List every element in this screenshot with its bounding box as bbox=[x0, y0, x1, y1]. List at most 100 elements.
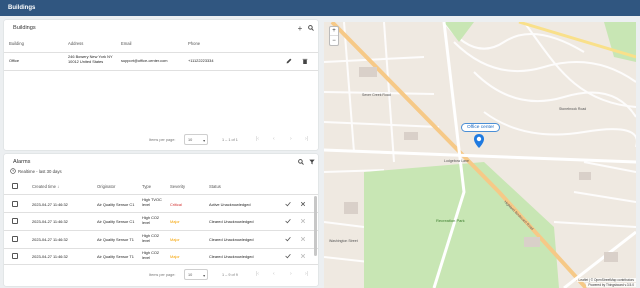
close-icon bbox=[300, 236, 306, 242]
zoom-in-button[interactable]: + bbox=[330, 27, 338, 36]
select-all-checkbox[interactable] bbox=[12, 183, 18, 189]
column-address[interactable]: Address bbox=[68, 41, 83, 46]
column-severity[interactable]: Severity bbox=[170, 184, 185, 189]
map-tiles: Sever Creek Road Lodgebow Lane Stonebroo… bbox=[324, 22, 636, 288]
alarm-type: High CO2 level bbox=[142, 215, 159, 225]
alarm-type-line: level bbox=[142, 255, 151, 260]
previous-page-button[interactable]: ‹ bbox=[273, 271, 275, 277]
alarm-type-line: level bbox=[142, 238, 151, 243]
time-filter[interactable]: Realtime - last 30 days bbox=[10, 168, 62, 174]
alarm-created-time: 2023-04-27 11:46:32 bbox=[32, 219, 68, 224]
pin-icon bbox=[474, 134, 484, 148]
search-icon bbox=[308, 25, 314, 31]
alarm-created-time: 2023-04-27 11:46:32 bbox=[32, 202, 68, 207]
header-divider bbox=[4, 194, 318, 195]
column-status[interactable]: Status bbox=[209, 184, 221, 189]
filter-button[interactable] bbox=[308, 158, 316, 166]
first-page-button[interactable]: |‹ bbox=[256, 136, 259, 142]
column-building[interactable]: Building bbox=[9, 41, 24, 46]
alarm-type-line: level bbox=[142, 202, 151, 207]
alarms-title: Alarms bbox=[13, 159, 31, 165]
delete-button[interactable] bbox=[301, 57, 309, 65]
row-divider bbox=[4, 212, 318, 213]
alarm-status: Cleared Unacknowledged bbox=[209, 254, 254, 259]
items-per-page-label: Items per page: bbox=[149, 273, 176, 277]
last-page-button[interactable]: ›| bbox=[305, 271, 308, 277]
next-page-button[interactable]: › bbox=[290, 136, 292, 142]
clock-icon bbox=[10, 168, 16, 174]
alarm-originator: Air Quality Sensor C1 bbox=[97, 202, 135, 207]
map-attribution: Leaflet | © OpenStreetMap contributors bbox=[576, 278, 636, 282]
buildings-card: Buildings + Building Address Email Phone… bbox=[4, 20, 318, 150]
column-email[interactable]: Email bbox=[121, 41, 131, 46]
address-line: 10012 United States bbox=[68, 59, 104, 64]
close-icon bbox=[300, 201, 306, 207]
close-icon bbox=[300, 253, 306, 259]
row-checkbox[interactable] bbox=[12, 201, 18, 207]
check-icon bbox=[285, 236, 291, 242]
app-header: Buildings bbox=[0, 0, 640, 16]
row-divider bbox=[4, 70, 318, 71]
search-icon bbox=[298, 159, 304, 165]
acknowledge-button[interactable] bbox=[284, 235, 292, 243]
building-email: support@office-center.com bbox=[121, 58, 168, 63]
alarm-created-time: 2023-04-27 11:46:32 bbox=[32, 237, 68, 242]
column-created-time[interactable]: Created time ↓ bbox=[32, 184, 59, 189]
page-range: 1 – 9 of 9 bbox=[222, 273, 238, 277]
row-checkbox[interactable] bbox=[12, 253, 18, 259]
time-filter-label: Realtime - last 30 days bbox=[18, 168, 62, 174]
row-divider bbox=[4, 248, 318, 249]
clear-button[interactable] bbox=[299, 217, 307, 225]
add-building-button[interactable]: + bbox=[296, 24, 304, 33]
alarms-card: Alarms Realtime - last 30 days Created t… bbox=[4, 154, 318, 286]
alarm-severity: Major bbox=[170, 254, 180, 259]
page-size-select[interactable]: 10 ▾ bbox=[184, 269, 208, 280]
edit-button[interactable] bbox=[285, 57, 293, 65]
column-type[interactable]: Type bbox=[142, 184, 151, 189]
row-divider bbox=[4, 264, 318, 265]
vertical-scrollbar[interactable] bbox=[314, 196, 317, 256]
row-divider bbox=[4, 230, 318, 231]
row-checkbox[interactable] bbox=[12, 236, 18, 242]
page-size-value: 10 bbox=[188, 137, 193, 142]
next-page-button[interactable]: › bbox=[290, 271, 292, 277]
row-checkbox[interactable] bbox=[12, 218, 18, 224]
last-page-button[interactable]: ›| bbox=[305, 136, 308, 142]
previous-page-button[interactable]: ‹ bbox=[273, 136, 275, 142]
search-button[interactable] bbox=[307, 24, 315, 32]
building-address: 246 Bowery New York NY 10012 United Stat… bbox=[68, 54, 113, 64]
check-icon bbox=[285, 218, 291, 224]
alarm-type: High CO2 level bbox=[142, 250, 159, 260]
alarm-severity: Major bbox=[170, 237, 180, 242]
clear-button[interactable] bbox=[299, 235, 307, 243]
page-size-select[interactable]: 10 ▾ bbox=[184, 134, 208, 145]
items-per-page-label: Items per page: bbox=[149, 138, 176, 142]
column-phone[interactable]: Phone bbox=[188, 41, 200, 46]
page-range: 1 – 1 of 1 bbox=[222, 138, 238, 142]
first-page-button[interactable]: |‹ bbox=[256, 271, 259, 277]
acknowledge-button[interactable] bbox=[284, 217, 292, 225]
search-button[interactable] bbox=[297, 158, 305, 166]
filter-icon bbox=[309, 159, 315, 165]
alarm-created-time: 2023-04-27 11:46:32 bbox=[32, 254, 68, 259]
clear-button[interactable] bbox=[299, 252, 307, 260]
close-icon bbox=[300, 218, 306, 224]
acknowledge-button[interactable] bbox=[284, 200, 292, 208]
alarm-originator: Air Quality Sensor T1 bbox=[97, 237, 134, 242]
alarm-type-line: level bbox=[142, 220, 151, 225]
column-originator[interactable]: Originator bbox=[97, 184, 115, 189]
zoom-control: + − bbox=[329, 26, 339, 46]
map-street-label: Washington Street bbox=[329, 239, 358, 243]
alarm-severity: Critical bbox=[170, 202, 182, 207]
chevron-down-icon: ▾ bbox=[203, 138, 205, 143]
acknowledge-button[interactable] bbox=[284, 252, 292, 260]
location-pin-icon[interactable] bbox=[474, 134, 484, 148]
building-phone: +11122223334 bbox=[188, 58, 214, 63]
map-powered-by: Powered by Thingsboard v.3.5.0 bbox=[586, 283, 636, 287]
pencil-icon bbox=[286, 58, 292, 64]
clear-button[interactable] bbox=[299, 200, 307, 208]
zoom-out-button[interactable]: − bbox=[330, 36, 338, 45]
map[interactable]: Sever Creek Road Lodgebow Lane Stonebroo… bbox=[324, 22, 636, 288]
alarm-type: High TVOC level bbox=[142, 197, 162, 207]
check-icon bbox=[285, 253, 291, 259]
